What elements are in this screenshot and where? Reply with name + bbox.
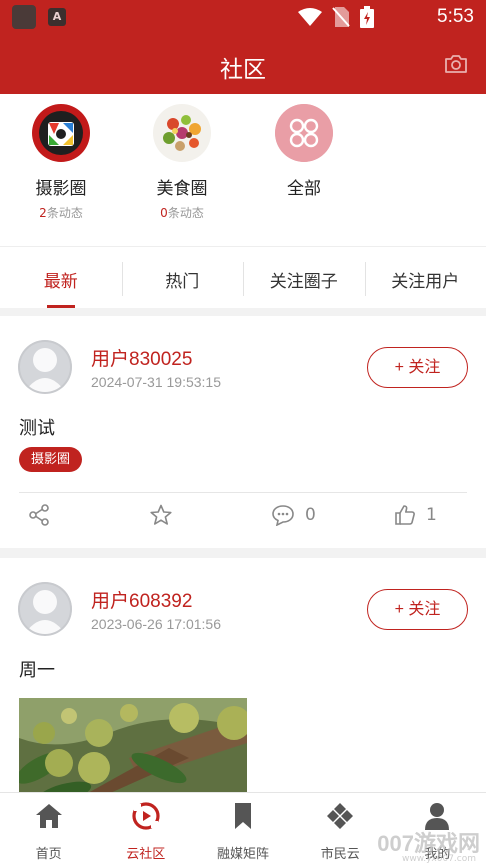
app-notification-icon (12, 5, 36, 29)
post-circle-tag[interactable]: 摄影圈 (19, 447, 83, 472)
circle-name: 美食圈 (156, 179, 208, 198)
avatar[interactable] (18, 582, 72, 636)
tab-hot[interactable]: 热门 (121, 247, 244, 308)
star-icon (150, 504, 172, 525)
circle-photography[interactable]: 摄影圈 2条动态 (1, 104, 121, 221)
circle-food[interactable]: 美食圈 0条动态 (122, 104, 242, 221)
post-timestamp: 2023-06-26 17:01:56 (91, 616, 221, 632)
comment-icon (272, 505, 294, 526)
post-username[interactable]: 用户830025 (91, 344, 192, 371)
thumbs-up-icon (395, 505, 415, 525)
follow-button[interactable]: + 关注 (367, 347, 468, 388)
battery-icon (360, 6, 374, 28)
wifi-icon (298, 8, 322, 26)
four-petal-icon (275, 104, 333, 162)
clock: 5:53 (437, 6, 474, 27)
circle-name: 摄影圈 (35, 179, 87, 198)
food-platter-icon (153, 104, 211, 162)
nav-label: 首页 (35, 847, 62, 862)
like-count: 1 (426, 505, 437, 525)
camera-lens-icon (32, 104, 90, 162)
post-card: 用户830025 2024-07-31 19:53:15 + 关注 测试 摄影圈… (0, 316, 486, 548)
post-actions: 0 1 (0, 504, 486, 540)
avatar[interactable] (18, 340, 72, 394)
share-button[interactable] (28, 504, 50, 526)
watermark-url: www.yx007.com (401, 854, 476, 864)
home-icon (35, 804, 62, 828)
adobe-notification-icon: A (48, 8, 66, 26)
nav-community[interactable]: 云社区 (97, 793, 194, 864)
nav-label: 融媒矩阵 (217, 847, 270, 862)
nav-citizen-cloud[interactable]: 市民云 (292, 793, 389, 864)
tab-latest[interactable]: 最新 (0, 247, 122, 308)
circle-name: 全部 (287, 179, 321, 198)
status-bar: A 5:53 (0, 0, 486, 34)
circle-post-count: 0条动态 (160, 206, 204, 220)
circle-all[interactable]: 全部 (244, 104, 364, 199)
post-image[interactable] (19, 698, 247, 798)
post-content: 测试 (19, 418, 55, 438)
camera-icon[interactable] (444, 54, 468, 74)
diamond-grid-icon (327, 803, 354, 829)
nav-label: 市民云 (320, 847, 360, 862)
follow-button[interactable]: + 关注 (367, 589, 468, 630)
page-title: 社区 (220, 56, 266, 82)
no-sim-icon (332, 7, 350, 27)
post-card: 用户608392 2023-06-26 17:01:56 + 关注 周一 (0, 558, 486, 798)
app-header: 社区 (0, 34, 486, 94)
comment-count: 0 (305, 505, 316, 525)
nav-media-matrix[interactable]: 融媒矩阵 (194, 793, 291, 864)
circle-post-count: 2条动态 (39, 206, 83, 220)
post-username[interactable]: 用户608392 (91, 586, 192, 613)
circle-list: 摄影圈 2条动态 美食圈 0条动态 全部 (0, 94, 486, 246)
nav-home[interactable]: 首页 (0, 793, 97, 864)
comment-button[interactable]: 0 (271, 504, 316, 526)
tab-followed-users[interactable]: 关注用户 (364, 247, 486, 308)
tab-followed-circles[interactable]: 关注圈子 (243, 247, 365, 308)
post-timestamp: 2024-07-31 19:53:15 (91, 374, 221, 390)
post-content: 周一 (19, 660, 55, 680)
bookmark-icon (235, 803, 251, 829)
nav-label: 云社区 (126, 847, 166, 862)
share-icon (29, 504, 49, 526)
like-button[interactable]: 1 (394, 504, 437, 526)
feed-tabs: 最新 热门 关注圈子 关注用户 (0, 246, 486, 308)
favorite-button[interactable] (149, 504, 173, 526)
community-icon (132, 802, 160, 830)
divider (19, 492, 467, 493)
